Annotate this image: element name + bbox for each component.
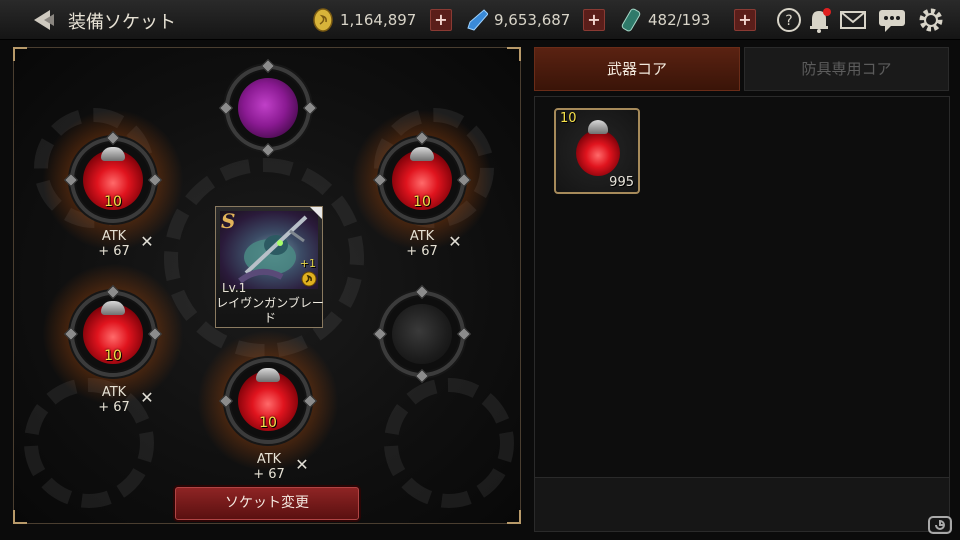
socket-bottom[interactable]: 10 [197,330,339,472]
socket-stat: ATK + 67 [82,385,146,415]
tab-armor-core[interactable]: 防具専用コア [744,47,949,91]
core-cap [410,147,434,161]
remove-core-button[interactable]: ✕ [140,234,154,250]
socket-level: 10 [104,194,122,210]
empty-socket-icon [392,304,452,364]
weapon-name: レイヴンガンブレード [216,296,324,325]
stat-name: ATK [409,229,435,244]
remove-core-button[interactable]: ✕ [295,457,309,473]
inventory-footer [535,477,949,531]
crystal-resource: 9,653,687 [466,8,570,32]
add-gold-button[interactable]: + [430,9,452,31]
remove-core-button[interactable]: ✕ [140,390,154,406]
socket-upper-right[interactable]: 10 [351,109,493,251]
gear-decoration [384,378,514,508]
add-crystal-button[interactable]: + [583,9,605,31]
core-cap [101,147,125,161]
rank-badge: S [221,209,236,233]
watermark-logo-icon [928,516,952,534]
stat-name: ATK [256,452,282,467]
change-socket-button[interactable]: ソケット変更 [175,487,359,520]
frame-corner [507,47,521,61]
gold-coin-icon [313,8,333,32]
stat-name: ATK [101,385,127,400]
tab-weapon-core[interactable]: 武器コア [534,47,740,91]
chat-icon[interactable] [877,6,907,34]
socket-empty[interactable] [372,284,472,384]
core-cap [101,301,125,315]
socket-level: 10 [259,415,277,431]
socket-lower-left[interactable]: 10 [42,263,184,405]
settings-gear-icon[interactable] [916,6,946,34]
core-cap [256,368,280,382]
weapon-level: Lv.1 [222,281,247,295]
inventory-item[interactable]: 10 995 [554,108,640,194]
weapon-card[interactable]: S +1 Lv.1 レイヴンガンブレード [215,206,324,328]
crystal-icon [467,9,488,31]
back-arrow-icon[interactable] [30,8,56,32]
notification-bell-icon[interactable] [804,6,834,34]
frame-corner [13,510,27,524]
frame-corner [507,510,521,524]
stat-value: + 67 [253,467,285,482]
socket-level: 10 [413,194,431,210]
top-bar: 装備ソケット 1,164,897 + 9,653,687 + 482/193 +… [0,0,960,40]
core-cap [588,120,608,134]
stamina-amount: 482/193 [648,11,711,29]
socket-top[interactable] [218,58,318,158]
item-level: 10 [560,111,577,126]
page-title: 装備ソケット [68,12,176,33]
socket-level: 10 [104,348,122,364]
crystal-amount: 9,653,687 [494,11,571,29]
gold-amount: 1,164,897 [340,11,417,29]
mail-icon[interactable] [838,6,868,34]
gold-resource: 1,164,897 [312,8,416,32]
help-icon[interactable]: ? [774,6,804,34]
frame-corner [13,47,27,61]
purple-orb-icon [238,78,298,138]
stat-name: ATK [101,229,127,244]
element-icon [301,271,317,287]
red-core-orb-icon [576,130,620,176]
socket-upper-left[interactable]: 10 [42,109,184,251]
stat-value: + 67 [406,244,438,259]
item-quantity: 995 [609,175,634,190]
socket-stat: ATK + 67 [237,452,301,482]
svg-text:?: ? [785,13,792,29]
socket-stat: ATK + 67 [390,229,454,259]
socket-stat: ATK + 67 [82,229,146,259]
add-stamina-button[interactable]: + [734,9,756,31]
enhance-level: +1 [299,257,316,270]
stamina-resource: 482/193 [620,8,710,32]
stat-value: + 67 [98,400,130,415]
stamina-vial-icon [621,8,641,32]
stat-value: + 67 [98,244,130,259]
remove-core-button[interactable]: ✕ [448,234,462,250]
